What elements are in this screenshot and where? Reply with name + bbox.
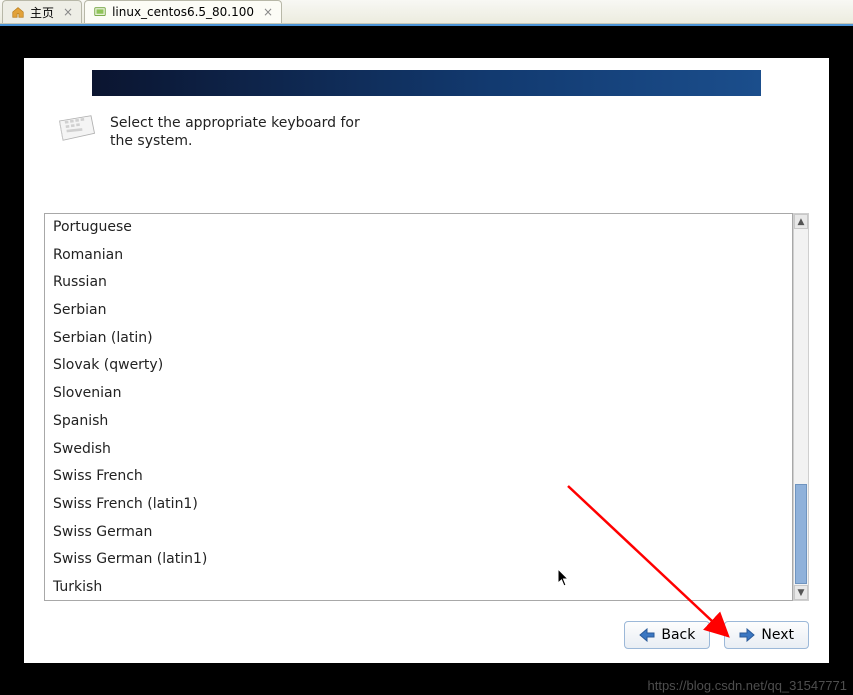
scroll-up-icon[interactable]: ▲ xyxy=(794,214,808,229)
close-icon[interactable]: × xyxy=(59,5,73,19)
tab-label: linux_centos6.5_80.100 xyxy=(112,5,254,19)
back-button[interactable]: Back xyxy=(624,621,710,649)
arrow-right-icon xyxy=(739,628,755,642)
scroll-thumb[interactable] xyxy=(795,484,807,584)
keyboard-listbox[interactable]: PortugueseRomanianRussianSerbianSerbian … xyxy=(44,213,793,601)
installer-window: Select the appropriate keyboard for the … xyxy=(24,58,829,663)
prompt-row: Select the appropriate keyboard for the … xyxy=(24,96,829,160)
arrow-left-icon xyxy=(639,628,655,642)
list-item[interactable]: Portuguese xyxy=(45,214,792,242)
next-button[interactable]: Next xyxy=(724,621,809,649)
list-item[interactable]: Swedish xyxy=(45,436,792,464)
prompt-line2: the system. xyxy=(110,132,360,150)
header-bar xyxy=(92,70,761,96)
list-item[interactable]: Swiss German (latin1) xyxy=(45,546,792,574)
list-item[interactable]: Spanish xyxy=(45,408,792,436)
list-item[interactable]: Swiss French xyxy=(45,463,792,491)
watermark: https://blog.csdn.net/qq_31547771 xyxy=(648,678,848,693)
scrollbar[interactable]: ▲ ▼ xyxy=(793,213,809,601)
list-item[interactable]: Serbian xyxy=(45,297,792,325)
list-item[interactable]: Turkish xyxy=(45,574,792,601)
prompt-line1: Select the appropriate keyboard for xyxy=(110,114,360,132)
tab-label: 主页 xyxy=(30,4,54,21)
keyboard-list-wrap: PortugueseRomanianRussianSerbianSerbian … xyxy=(44,213,809,601)
list-item[interactable]: Swiss French (latin1) xyxy=(45,491,792,519)
tab-bar: 主页 × linux_centos6.5_80.100 × xyxy=(0,0,853,24)
button-row: Back Next xyxy=(624,621,809,649)
list-item[interactable]: Romanian xyxy=(45,242,792,270)
next-label: Next xyxy=(761,627,794,643)
list-item[interactable]: Russian xyxy=(45,269,792,297)
list-item[interactable]: Slovenian xyxy=(45,380,792,408)
tab-vm[interactable]: linux_centos6.5_80.100 × xyxy=(84,0,282,23)
home-icon xyxy=(11,5,25,19)
keyboard-icon xyxy=(56,114,98,144)
scroll-down-icon[interactable]: ▼ xyxy=(794,585,808,600)
back-label: Back xyxy=(661,627,695,643)
vm-icon xyxy=(93,5,107,19)
cursor-icon xyxy=(557,568,571,588)
vm-console: Select the appropriate keyboard for the … xyxy=(0,24,853,695)
list-item[interactable]: Swiss German xyxy=(45,519,792,547)
list-item[interactable]: Slovak (qwerty) xyxy=(45,352,792,380)
list-item[interactable]: Serbian (latin) xyxy=(45,325,792,353)
prompt-text: Select the appropriate keyboard for the … xyxy=(110,114,360,150)
close-icon[interactable]: × xyxy=(259,5,273,19)
tab-home[interactable]: 主页 × xyxy=(2,0,82,23)
